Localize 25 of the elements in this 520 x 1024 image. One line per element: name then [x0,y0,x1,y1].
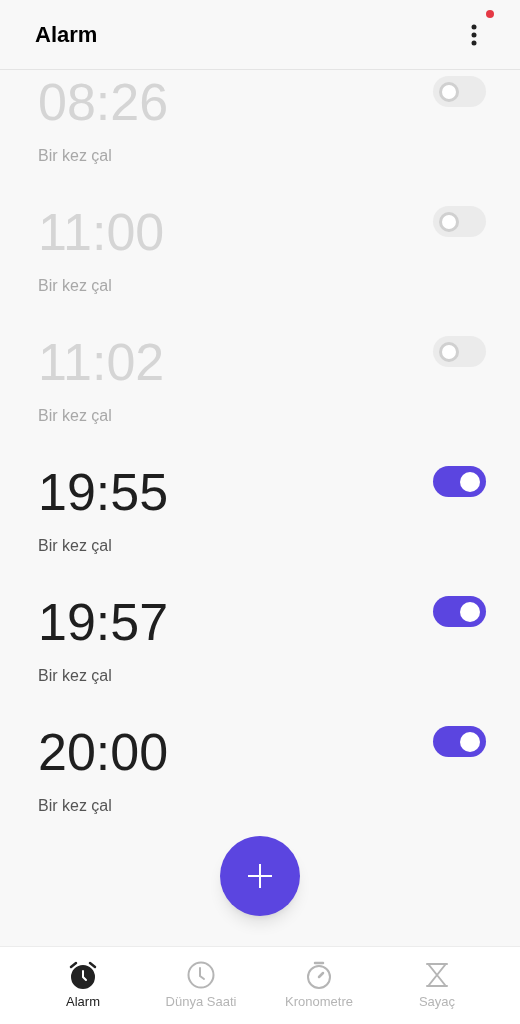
alarm-repeat-label: Bir kez çal [38,146,113,166]
alarm-clock-icon [68,959,98,990]
more-options-icon [471,23,477,46]
alarm-time: 20:00 [38,724,169,780]
screen-title: Alarm [35,21,98,49]
alarm-toggle[interactable] [433,76,486,107]
alarm-toggle[interactable] [433,466,486,497]
stopwatch-icon [304,959,334,990]
plus-icon [247,863,273,889]
alarm-toggle[interactable] [433,596,486,627]
alarm-repeat-label: Bir kez çal [38,536,113,556]
alarm-repeat-label: Bir kez çal [38,406,113,426]
alarm-time: 19:55 [38,464,169,520]
alarm-time: 19:57 [38,594,169,650]
alarm-repeat-label: Bir kez çal [38,276,113,296]
alarm-toggle[interactable] [433,726,486,757]
alarm-toggle[interactable] [433,206,486,237]
clock-icon [186,959,216,990]
alarm-toggle[interactable] [433,336,486,367]
bottom-tab[interactable]: Dünya Saati [142,947,260,1024]
bottom-tab[interactable]: Kronometre [260,947,378,1024]
alarm-repeat-label: Bir kez çal [38,796,113,816]
bottom-tab[interactable]: Alarm [24,947,142,1024]
bottom-tab[interactable]: Sayaç [378,947,496,1024]
alarm-repeat-label: Bir kez çal [38,666,113,686]
